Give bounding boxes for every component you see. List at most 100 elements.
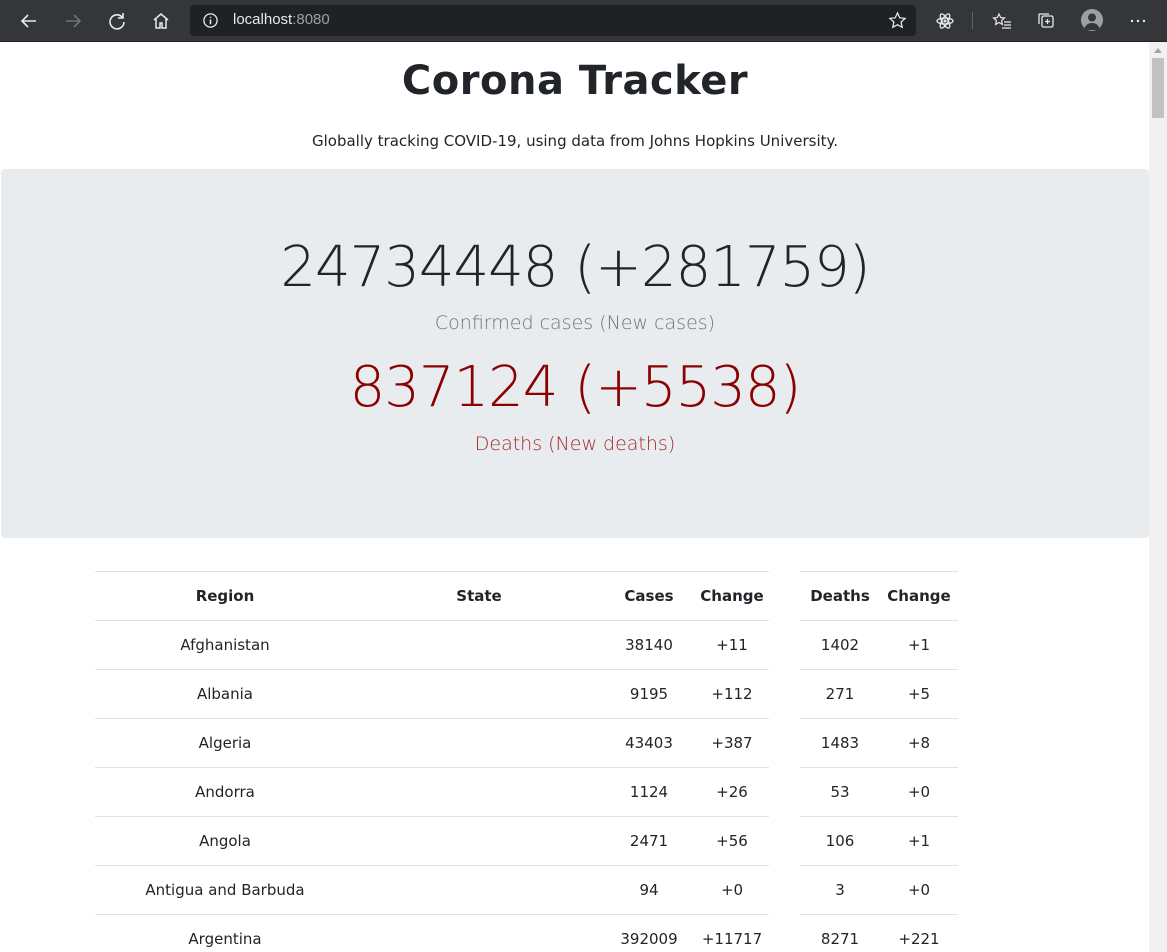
- back-arrow-icon: [20, 14, 36, 28]
- table-row: Angola 2471 +56: [95, 816, 769, 866]
- cell-deaths: 1483: [800, 718, 880, 768]
- cell-region: Albania: [95, 669, 355, 719]
- cell-region: Antigua and Barbuda: [95, 865, 355, 915]
- cell-deaths-change: +221: [880, 914, 958, 952]
- cell-deaths-change: +5: [880, 669, 958, 719]
- cell-state: [355, 816, 603, 866]
- cases-table-header: Region State Cases Change: [95, 571, 769, 621]
- deaths-table: Deaths Change 1402 +1 271 +5 1483 +8 53 +0 1…: [800, 571, 958, 952]
- cell-state: [355, 914, 603, 952]
- cell-cases-change: +0: [695, 865, 769, 915]
- cell-deaths-change: +0: [880, 767, 958, 817]
- cell-cases-change: +56: [695, 816, 769, 866]
- cell-deaths: 106: [800, 816, 880, 866]
- table-row: 271 +5: [800, 669, 958, 719]
- forward-arrow-icon: [66, 14, 82, 28]
- table-row: Argentina 392009 +11717: [95, 914, 769, 952]
- cell-cases-change: +11: [695, 620, 769, 670]
- cell-region: Afghanistan: [95, 620, 355, 670]
- address-bar[interactable]: localhost:8080: [190, 5, 916, 36]
- favorites-button[interactable]: [987, 6, 1017, 36]
- cases-table: Region State Cases Change Afghanistan 381…: [95, 571, 769, 952]
- deaths-value: 837124 (+5538): [349, 355, 802, 420]
- cell-state: [355, 718, 603, 768]
- cell-deaths: 271: [800, 669, 880, 719]
- cell-cases-change: +112: [695, 669, 769, 719]
- cell-deaths-change: +1: [880, 816, 958, 866]
- collections-button[interactable]: [1031, 6, 1061, 36]
- header-deaths: Deaths: [800, 571, 880, 621]
- cell-deaths: 8271: [800, 914, 880, 952]
- page-scrollbar[interactable]: [1149, 42, 1167, 952]
- browser-toolbar: localhost:8080: [0, 0, 1167, 42]
- cell-deaths-change: +1: [880, 620, 958, 670]
- cell-region: Algeria: [95, 718, 355, 768]
- user-avatar-icon: [1084, 13, 1100, 30]
- url-text: localhost:8080: [233, 11, 330, 28]
- cell-cases-change: +387: [695, 718, 769, 768]
- cell-cases-change: +11717: [695, 914, 769, 952]
- refresh-button[interactable]: [102, 6, 132, 36]
- scroll-up-arrow-icon[interactable]: [1154, 48, 1162, 53]
- home-button[interactable]: [146, 6, 176, 36]
- forward-button[interactable]: [58, 6, 88, 36]
- page-title: Corona Tracker: [401, 58, 749, 104]
- header-deaths-change: Change: [880, 571, 958, 621]
- favorite-star-icon[interactable]: [888, 11, 907, 30]
- toolbar-separator: [972, 12, 973, 29]
- header-state: State: [355, 571, 603, 621]
- table-row: 1402 +1: [800, 620, 958, 670]
- table-row: 1483 +8: [800, 718, 958, 768]
- cell-region: Argentina: [95, 914, 355, 952]
- cell-cases: 1124: [603, 767, 695, 817]
- cell-state: [355, 620, 603, 670]
- header-region: Region: [95, 571, 355, 621]
- cell-deaths: 1402: [800, 620, 880, 670]
- table-row: Andorra 1124 +26: [95, 767, 769, 817]
- cell-deaths: 3: [800, 865, 880, 915]
- favorites-list-icon: [992, 12, 1011, 29]
- home-icon: [153, 13, 169, 29]
- table-row: 3 +0: [800, 865, 958, 915]
- cell-deaths-change: +0: [880, 865, 958, 915]
- header-cases: Cases: [603, 571, 695, 621]
- collections-icon: [1038, 13, 1054, 28]
- settings-menu-button[interactable]: [1123, 6, 1153, 36]
- table-row: 53 +0: [800, 767, 958, 817]
- cell-state: [355, 865, 603, 915]
- cell-cases: 94: [603, 865, 695, 915]
- cell-cases: 43403: [603, 718, 695, 768]
- cell-region: Angola: [95, 816, 355, 866]
- back-button[interactable]: [14, 6, 44, 36]
- url-port: :8080: [292, 11, 330, 28]
- table-row: Afghanistan 38140 +11: [95, 620, 769, 670]
- cell-cases: 392009: [603, 914, 695, 952]
- cell-cases: 2471: [603, 816, 695, 866]
- react-extension-button[interactable]: [930, 6, 960, 36]
- header-cases-change: Change: [695, 571, 769, 621]
- cell-cases: 9195: [603, 669, 695, 719]
- more-dots-icon: [1130, 19, 1146, 23]
- page-subtitle: Globally tracking COVID-19, using data f…: [311, 132, 839, 150]
- cell-region: Andorra: [95, 767, 355, 817]
- confirmed-cases-value: 24734448 (+281759): [280, 235, 870, 300]
- react-atom-icon: [936, 13, 954, 29]
- cell-state: [355, 767, 603, 817]
- table-row: 106 +1: [800, 816, 958, 866]
- table-row: 8271 +221: [800, 914, 958, 952]
- table-row: Antigua and Barbuda 94 +0: [95, 865, 769, 915]
- deaths-label: Deaths (New deaths): [474, 433, 676, 455]
- cell-cases-change: +26: [695, 767, 769, 817]
- profile-avatar[interactable]: [1081, 9, 1103, 31]
- cell-state: [355, 669, 603, 719]
- table-row: Algeria 43403 +387: [95, 718, 769, 768]
- deaths-table-header: Deaths Change: [800, 571, 958, 621]
- scrollbar-thumb[interactable]: [1152, 58, 1164, 118]
- refresh-icon: [109, 13, 125, 30]
- cell-cases: 38140: [603, 620, 695, 670]
- page-viewport: Corona Tracker Globally tracking COVID-1…: [1, 42, 1149, 952]
- table-row: Albania 9195 +112: [95, 669, 769, 719]
- info-icon[interactable]: [202, 12, 219, 29]
- summary-panel: 24734448 (+281759) Confirmed cases (New …: [1, 169, 1149, 538]
- url-host: localhost: [233, 11, 293, 28]
